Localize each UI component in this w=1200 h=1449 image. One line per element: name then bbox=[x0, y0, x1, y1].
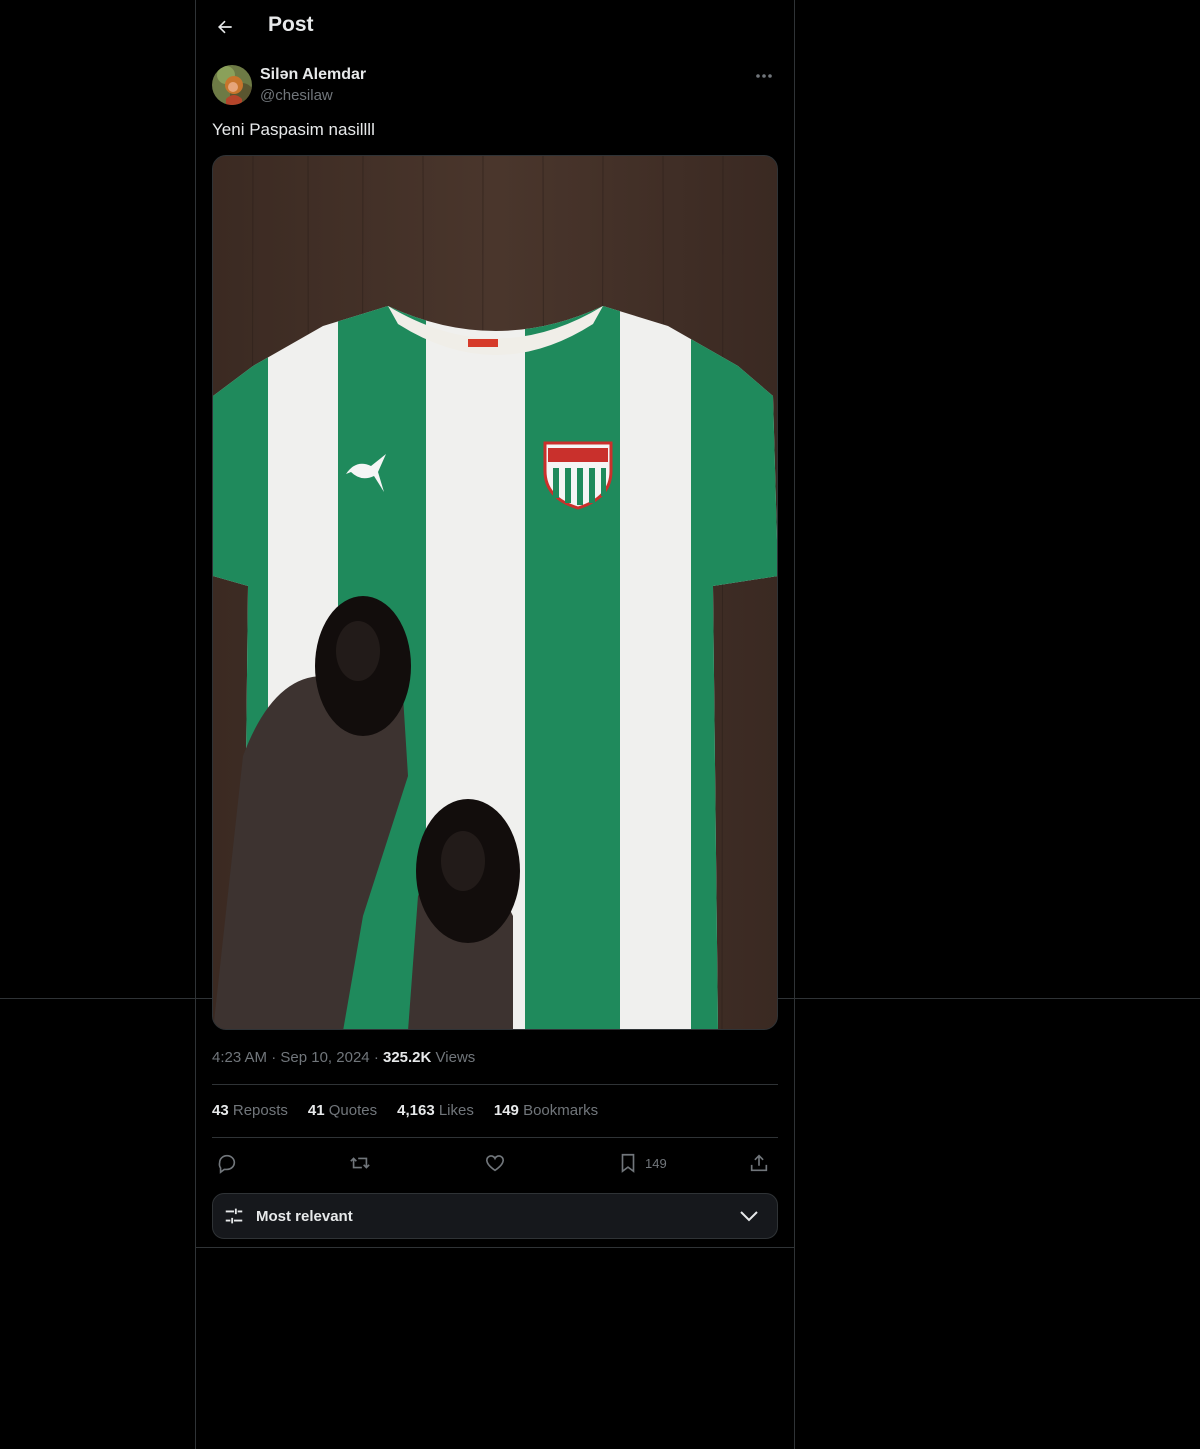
action-bar: 149 bbox=[212, 1146, 778, 1180]
divider bbox=[196, 1247, 794, 1248]
back-arrow-icon bbox=[218, 20, 232, 34]
top-bar: Post bbox=[196, 0, 794, 53]
views-count: 325.2K bbox=[382, 1049, 432, 1066]
post-text: Yeni Paspasim nasillll bbox=[212, 120, 375, 139]
post-time[interactable]: 4:23 AM bbox=[212, 1049, 267, 1066]
repost-icon bbox=[350, 1157, 370, 1169]
share-button[interactable] bbox=[748, 1146, 770, 1180]
avatar[interactable] bbox=[212, 65, 252, 105]
reply-button[interactable] bbox=[216, 1146, 238, 1180]
chevron-down-icon bbox=[740, 1211, 758, 1222]
quotes-stat[interactable]: 41 Quotes bbox=[308, 1102, 377, 1119]
bookmarks-stat[interactable]: 149 Bookmarks bbox=[494, 1102, 598, 1119]
sliders-icon bbox=[225, 1208, 243, 1224]
share-icon bbox=[750, 1154, 768, 1172]
divider bbox=[212, 1084, 778, 1085]
page-title: Post bbox=[268, 13, 314, 36]
likes-stat[interactable]: 4,163 Likes bbox=[397, 1102, 474, 1119]
repost-button[interactable] bbox=[349, 1146, 371, 1180]
engagement-stats: 43 Reposts 41 Quotes 4,163 Likes 149 Boo… bbox=[212, 1102, 598, 1119]
more-icon bbox=[756, 74, 772, 78]
reply-icon bbox=[218, 1154, 236, 1174]
reposts-stat[interactable]: 43 Reposts bbox=[212, 1102, 288, 1119]
like-icon bbox=[485, 1155, 505, 1172]
views-label: Views bbox=[435, 1049, 476, 1066]
author-handle[interactable]: @chesilaw bbox=[260, 87, 333, 104]
author-row: Silən Alemdar @chesilaw bbox=[212, 64, 780, 108]
bookmark-button[interactable]: 149 bbox=[617, 1146, 667, 1180]
back-button[interactable] bbox=[208, 10, 242, 44]
bookmark-count: 149 bbox=[645, 1155, 667, 1171]
post-column: Post Silən Alemdar @chesilaw Yeni Paspas… bbox=[195, 0, 795, 1449]
author-name[interactable]: Silən Alemdar bbox=[260, 66, 366, 84]
like-button[interactable] bbox=[484, 1146, 506, 1180]
sort-label: Most relevant bbox=[256, 1208, 353, 1225]
post-meta: 4:23 AM · Sep 10, 2024 · 325.2K Views bbox=[212, 1049, 476, 1066]
bookmark-icon bbox=[621, 1153, 635, 1173]
replies-sort-dropdown[interactable]: Most relevant bbox=[212, 1193, 778, 1239]
post-image[interactable] bbox=[212, 155, 778, 1030]
divider bbox=[212, 1137, 778, 1138]
more-button[interactable] bbox=[748, 64, 780, 88]
post-date[interactable]: Sep 10, 2024 bbox=[280, 1049, 369, 1066]
